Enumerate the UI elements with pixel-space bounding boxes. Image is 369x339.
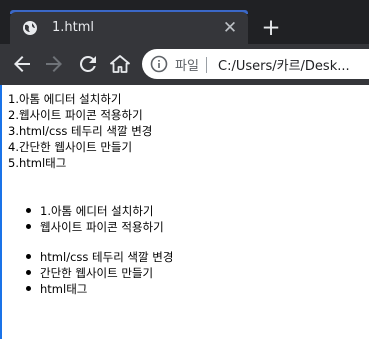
toolbar: 파일 C:/Users/카르/Desk... xyxy=(0,44,369,85)
text-line: 1.아톰 에디터 설치하기 xyxy=(8,92,122,106)
bullet-dot xyxy=(26,254,31,259)
list-item-label: 간단한 웹사이트 만들기 xyxy=(40,266,154,280)
list-item: 웹사이트 파이콘 적용하기 xyxy=(26,219,164,235)
tab-title: 1.html xyxy=(52,20,95,35)
text-line: 3.html/css 테두리 색깔 변경 xyxy=(8,124,153,138)
new-tab-button[interactable]: + xyxy=(259,16,283,40)
text-line: 4.간단한 웹사이트 만들기 xyxy=(8,140,133,154)
back-arrow-icon[interactable] xyxy=(10,52,34,76)
reload-icon[interactable] xyxy=(76,52,100,76)
text-line: 2.웹사이트 파이콘 적용하기 xyxy=(8,108,143,122)
page-content: 1.아톰 에디터 설치하기 2.웹사이트 파이콘 적용하기 3.html/css… xyxy=(0,85,369,339)
home-icon[interactable] xyxy=(108,52,132,76)
list-item: html/css 테두리 색깔 변경 xyxy=(26,249,174,265)
bullet-dot xyxy=(26,208,31,213)
address-divider xyxy=(206,57,207,73)
globe-icon xyxy=(22,20,38,36)
tab-strip: 1.html ✕ + xyxy=(0,0,369,44)
address-scheme-label: 파일 xyxy=(175,59,199,74)
bullet-dot xyxy=(26,270,31,275)
list-item-label: 웹사이트 파이콘 적용하기 xyxy=(40,220,164,234)
list-item-label: html/css 테두리 색깔 변경 xyxy=(40,250,174,264)
list-item-label: 1.아톰 에디터 설치하기 xyxy=(40,204,154,218)
bullet-dot xyxy=(26,224,31,229)
list-item: html태그 xyxy=(26,281,88,297)
tab-active[interactable]: 1.html ✕ xyxy=(10,12,248,44)
bullet-dot xyxy=(26,286,31,291)
text-line: 5.html태그 xyxy=(8,156,67,170)
info-icon[interactable] xyxy=(150,55,168,73)
address-url[interactable]: C:/Users/카르/Desk... xyxy=(218,55,350,74)
forward-arrow-icon[interactable] xyxy=(42,52,66,76)
list-item: 간단한 웹사이트 만들기 xyxy=(26,265,154,281)
list-item-label: html태그 xyxy=(40,282,88,296)
address-bar[interactable]: 파일 C:/Users/카르/Desk... xyxy=(142,49,369,79)
list-item: 1.아톰 에디터 설치하기 xyxy=(26,203,154,219)
window-edge xyxy=(0,85,2,339)
close-icon[interactable]: ✕ xyxy=(220,18,240,38)
